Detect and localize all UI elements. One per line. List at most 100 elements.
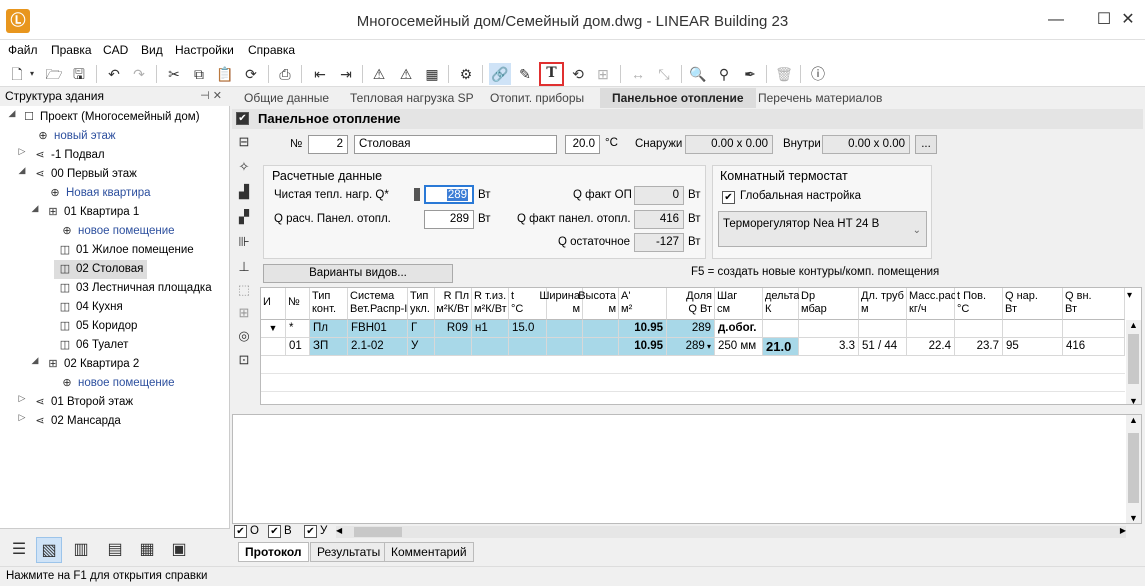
tab-comments[interactable]: Комментарий (384, 542, 474, 562)
menu-cad[interactable]: CAD (103, 43, 128, 57)
col-header[interactable]: t Пов. °C (955, 288, 1003, 320)
dimension-icon[interactable]: ↔ (627, 63, 649, 85)
col-header[interactable]: И (261, 288, 286, 320)
col-header[interactable]: Dp мбар (799, 288, 859, 320)
cell[interactable]: R09 (435, 320, 472, 338)
sync-icon[interactable]: ⟲ (567, 63, 589, 85)
view-variants-button[interactable]: Варианты видов... (263, 264, 453, 283)
tree-item-apartment-2[interactable]: ⊞ 02 Квартира 2 (46, 355, 139, 374)
cell[interactable] (763, 320, 799, 338)
contour-add-icon[interactable]: ⊟ (234, 132, 254, 152)
maximize-icon[interactable]: ☐ (1094, 10, 1114, 30)
table-view-icon[interactable]: ▦ (134, 537, 160, 563)
collapse-icon[interactable]: ◢ (7, 108, 17, 127)
thermostat-select[interactable]: Терморегулятор Nea HT 24 B ⌄ (718, 211, 927, 247)
cell[interactable]: 22.4 (907, 338, 955, 356)
scroll-right-icon[interactable]: ▶ (1120, 526, 1126, 535)
cut-icon[interactable]: ✂ (163, 63, 185, 85)
cell[interactable]: 95 (1003, 338, 1063, 356)
cell[interactable]: Г (408, 320, 435, 338)
collapse-icon[interactable]: ◢ (30, 355, 40, 374)
room-temp-field[interactable]: 20.0 (565, 135, 600, 154)
undo-icon[interactable]: ↶ (103, 63, 125, 85)
col-header[interactable]: Тип конт. (310, 288, 348, 320)
resize-icon[interactable]: ⤡ (653, 63, 675, 85)
scroll-up-icon[interactable]: ▲ (1126, 415, 1141, 425)
import-icon[interactable]: ⇤ (309, 63, 331, 85)
scroll-thumb[interactable] (1128, 433, 1139, 503)
save-icon[interactable]: 🖫 (68, 63, 90, 85)
cell[interactable]: н1 (472, 320, 509, 338)
card-view-icon[interactable]: ▣ (166, 537, 192, 563)
warning-icon[interactable]: ⚠ (368, 63, 390, 85)
tab-heat-load[interactable]: Тепловая нагрузка SP (338, 88, 486, 108)
scroll-down-icon[interactable]: ▼ (1126, 513, 1141, 523)
table-row[interactable]: ▼ * Пл FBH01 Г R09 н1 15.0 10.95 289 д.о… (261, 320, 1125, 338)
row-expand-icon[interactable]: ▼ (261, 320, 286, 338)
menu-settings[interactable]: Настройки (175, 43, 234, 57)
document-view-icon[interactable]: ▤ (102, 537, 128, 563)
col-header[interactable]: Доля Q Вт (667, 288, 715, 320)
new-dropdown-icon[interactable]: ▾ (26, 63, 38, 85)
delete-icon[interactable]: 🗑 (773, 63, 795, 85)
refresh-icon[interactable]: ⟳ (240, 63, 262, 85)
cell[interactable]: Пл (310, 320, 348, 338)
collapse-icon[interactable]: ◢ (30, 203, 40, 222)
cell[interactable]: 15.0 (509, 320, 547, 338)
cell[interactable] (1063, 320, 1125, 338)
cell[interactable] (1003, 320, 1063, 338)
col-header[interactable]: Тип укл. (408, 288, 435, 320)
col-header[interactable]: A' м² (619, 288, 667, 320)
cell[interactable]: 2.1-02 (348, 338, 408, 356)
cell[interactable] (859, 320, 907, 338)
filter-v-checkbox[interactable]: ✔ (268, 525, 281, 538)
global-setting-checkbox[interactable]: ✔ (722, 191, 735, 204)
list-view-icon[interactable]: ☰ (6, 537, 32, 563)
select-area-icon[interactable]: ⬚ (234, 280, 254, 300)
expand-icon[interactable]: ▷ (17, 412, 27, 431)
scroll-down-icon[interactable]: ▼ (1126, 396, 1141, 404)
tab-protocol[interactable]: Протокол (238, 542, 309, 562)
table-row[interactable]: 01 ЗП 2.1-02 У 10.95 289 ▾ 250 мм 21.0 3… (261, 338, 1125, 356)
tree-item-room-05[interactable]: ◫ 05 Коридор (58, 317, 138, 336)
menu-help[interactable]: Справка (248, 43, 295, 57)
cell[interactable]: 51 / 44 (859, 338, 907, 356)
building-view-icon[interactable]: ▥ (68, 537, 94, 563)
cell[interactable]: 250 мм (715, 338, 763, 356)
contour-edit-icon[interactable]: ▟ (234, 182, 254, 202)
tree-item-room-01[interactable]: ◫ 01 Жилое помещение (58, 241, 194, 260)
col-header[interactable]: Шаг см (715, 288, 763, 320)
cell[interactable]: FBH01 (348, 320, 408, 338)
cell[interactable]: д.обог. (715, 320, 763, 338)
magic-wand-icon[interactable]: ✧ (234, 157, 254, 177)
scroll-left-icon[interactable]: ◀ (336, 526, 342, 535)
calculator-icon[interactable]: ▦ (421, 63, 443, 85)
cell[interactable] (583, 338, 619, 356)
menu-view[interactable]: Вид (141, 43, 163, 57)
cell[interactable] (547, 320, 583, 338)
cell[interactable] (509, 338, 547, 356)
grid-icon[interactable]: ⊞ (234, 303, 254, 323)
scroll-up-icon[interactable]: ▲ (1126, 320, 1141, 330)
settings-gear-icon[interactable]: ⚙ (455, 63, 477, 85)
open-folder-icon[interactable]: 🗁 (43, 63, 65, 85)
tree-item-second-floor[interactable]: ⋖ 01 Второй этаж (33, 393, 133, 412)
column-menu-icon[interactable]: ▾ (1127, 290, 1132, 301)
grid-scrollbar[interactable]: ▲ ▼ (1126, 320, 1141, 404)
filter-u-checkbox[interactable]: ✔ (304, 525, 317, 538)
scroll-thumb[interactable] (1128, 334, 1139, 384)
cell[interactable] (907, 320, 955, 338)
col-header[interactable]: Q вн. Вт (1063, 288, 1125, 320)
tree-item-first-floor[interactable]: ⋖ 00 Первый этаж (33, 165, 137, 184)
col-header[interactable]: Дл. труб м (859, 288, 907, 320)
room-number-field[interactable]: 2 (308, 135, 348, 154)
distribute-icon[interactable]: ⊥ (234, 257, 254, 277)
tree-item-room-03[interactable]: ◫ 03 Лестничная площадка (58, 279, 212, 298)
tree-item-apartment-1[interactable]: ⊞ 01 Квартира 1 (46, 203, 139, 222)
tree-item-project[interactable]: ☐ Проект (Многосемейный дом) (22, 108, 199, 127)
panel-load-field[interactable]: 289 (424, 210, 474, 229)
horizontal-scrollbar[interactable]: ◀ ▶ (336, 526, 1126, 538)
tab-materials[interactable]: Перечень материалов (746, 88, 894, 108)
info-icon[interactable]: ⓘ (807, 63, 829, 85)
cell[interactable] (261, 338, 286, 356)
